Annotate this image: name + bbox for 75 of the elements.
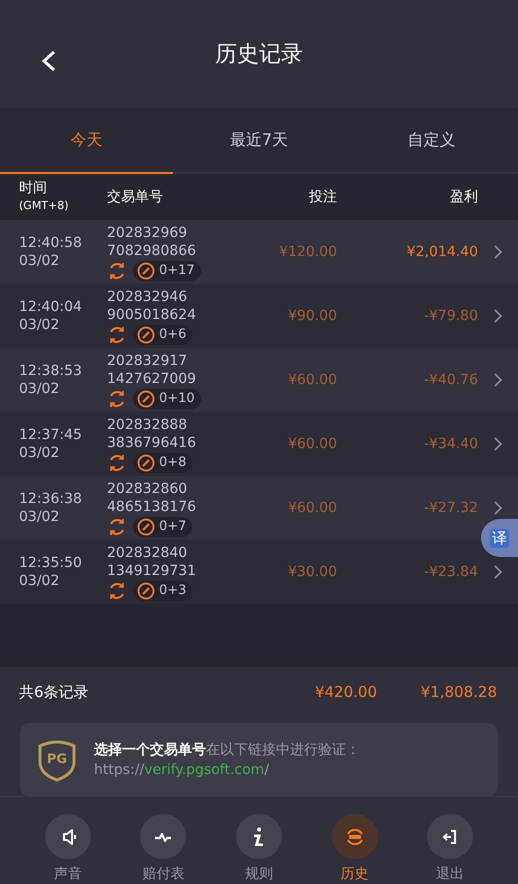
column-header: 时间 (19, 179, 48, 197)
free-spin-badge: 0+3 (133, 580, 192, 600)
date-cell-text: 03/02 (19, 380, 60, 398)
refresh-icon (107, 260, 127, 280)
order-number: 202832946 (107, 288, 188, 306)
order-number: 1349129731 (107, 562, 198, 580)
time-cell-text: 12:36:38 (19, 490, 83, 508)
bet-total: ¥420.00 (314, 683, 377, 701)
time-cell-text: 12:38:53 (19, 362, 83, 380)
verify-link[interactable]: verify.pgsoft.com (144, 762, 264, 778)
chevron-right-icon[interactable] (493, 436, 503, 452)
date-cell-text: 03/02 (19, 316, 60, 334)
refresh-icon (107, 516, 127, 536)
nav-button[interactable]: 赔付表 (116, 797, 212, 884)
refresh-icon (107, 580, 127, 600)
profit-amount: -¥40.76 (422, 372, 478, 388)
verify-instructions: 选择一个交易单号在以下链接中进行验证： https://verify.pgsoft.com/ (94, 740, 360, 780)
bet-amount: ¥60.00 (287, 372, 337, 388)
record-count: 共6条记录 (19, 682, 90, 702)
time-cell-text: 12:37:45 (19, 426, 83, 444)
time-cell-text: 12:40:58 (19, 234, 83, 252)
nav-button[interactable]: 规则 (211, 797, 307, 884)
refresh-icon (107, 324, 127, 344)
time-cell-text: 12:40:04 (19, 298, 83, 316)
profit-amount: -¥23.84 (422, 564, 478, 580)
bet-amount: ¥60.00 (287, 500, 337, 516)
chevron-right-icon[interactable] (493, 564, 503, 580)
timezone-label: (GMT+8) (19, 198, 70, 214)
order-number: 7082980866 (107, 242, 198, 260)
order-number: 202832888 (107, 416, 188, 434)
bet-amount: ¥120.00 (278, 244, 337, 260)
rules-icon (254, 827, 264, 846)
order-number: 202832840 (107, 544, 188, 562)
column-header: 交易单号 (107, 188, 164, 206)
tab[interactable]: 最近7天 (172, 108, 346, 174)
order-number: 202832860 (107, 480, 188, 498)
chevron-right-icon[interactable] (493, 244, 503, 260)
free-spin-badge: 0+10 (133, 388, 201, 408)
nav-button[interactable]: 历史 (306, 797, 402, 884)
free-spin-badge: 0+17 (133, 260, 201, 280)
refresh-icon (107, 388, 127, 408)
profit-amount: -¥34.40 (422, 436, 478, 452)
page-title: 历史记录 (215, 41, 303, 69)
date-cell-text: 03/02 (19, 444, 60, 462)
tab[interactable]: 今天 (0, 108, 173, 174)
time-cell-text: 12:35:50 (19, 554, 83, 572)
order-number: 202832969 (107, 224, 188, 242)
tab[interactable]: 自定义 (345, 108, 518, 174)
column-header: 盈利 (449, 188, 478, 206)
free-spin-badge: 0+6 (133, 324, 192, 344)
order-number: 4865138176 (107, 498, 198, 516)
order-number: 3836796416 (107, 434, 198, 452)
profit-amount: -¥27.32 (422, 500, 478, 516)
profit-amount: -¥79.80 (422, 308, 478, 324)
nav-button[interactable]: 声音 (20, 797, 116, 884)
free-spin-badge: 0+8 (133, 452, 192, 472)
chevron-right-icon[interactable] (493, 372, 503, 388)
refresh-icon (107, 452, 127, 472)
order-number: 202832917 (107, 352, 188, 370)
bet-amount: ¥90.00 (287, 308, 337, 324)
date-cell-text: 03/02 (19, 508, 60, 526)
nav-button[interactable]: 退出 (402, 797, 498, 884)
profit-amount: ¥2,014.40 (406, 244, 478, 260)
bet-amount: ¥60.00 (287, 436, 337, 452)
chevron-right-icon[interactable] (493, 308, 503, 324)
free-spin-badge: 0+7 (133, 516, 192, 536)
bet-amount: ¥30.00 (287, 564, 337, 580)
date-cell-text: 03/02 (19, 572, 60, 590)
order-number: 1427627009 (107, 370, 198, 388)
pg-shield-badge: PG (36, 738, 78, 782)
date-cell-text: 03/02 (19, 252, 60, 270)
profit-total: ¥1,808.28 (420, 683, 497, 701)
order-number: 9005018624 (107, 306, 198, 324)
chevron-right-icon[interactable] (493, 500, 503, 516)
column-header: 投注 (308, 188, 337, 206)
